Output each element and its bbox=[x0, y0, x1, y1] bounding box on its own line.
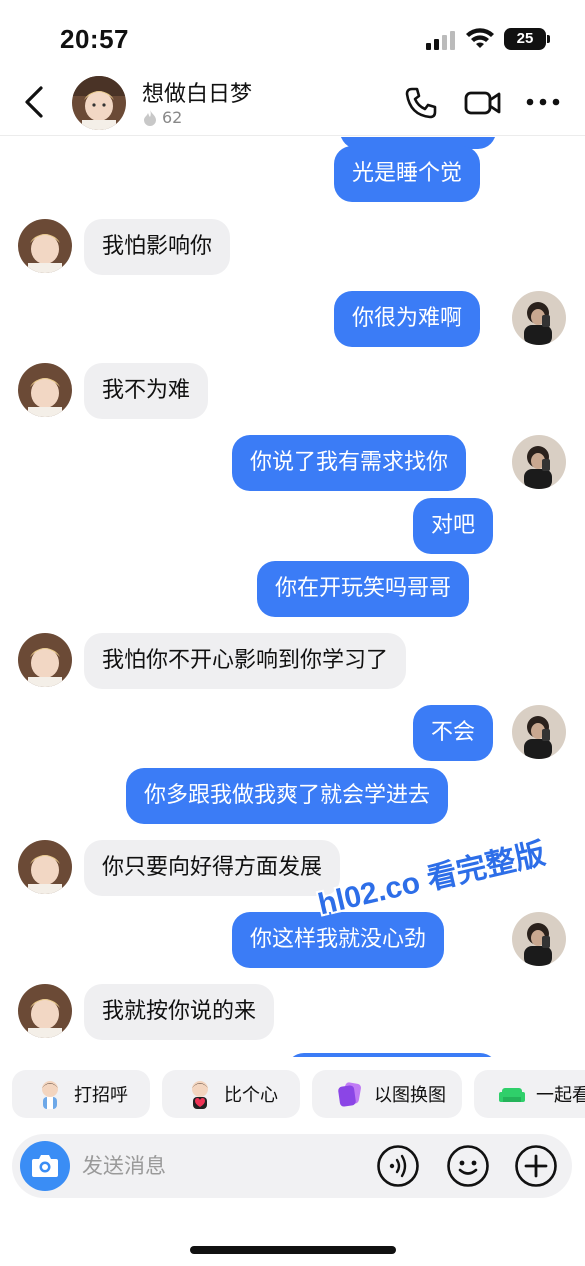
message-list[interactable]: 光是睡个觉 我怕影响你 你很为难啊 我不为难 你说了我有需求找你 对吧 你在开玩… bbox=[0, 137, 585, 1057]
my-avatar[interactable] bbox=[512, 912, 566, 966]
message-bubble-outgoing[interactable]: 对吧 bbox=[413, 498, 494, 554]
chat-header: 想做白日梦 62 bbox=[0, 70, 585, 136]
wifi-icon bbox=[466, 28, 494, 48]
message-bubble-incoming[interactable]: 你只要向好得方面发展 bbox=[84, 840, 341, 896]
status-bar: 20:57 25 bbox=[0, 0, 585, 70]
message-input[interactable] bbox=[82, 1148, 352, 1184]
message-bubble-outgoing[interactable]: 你在开玩笑吗哥哥 bbox=[257, 561, 470, 617]
battery-icon: 25 bbox=[504, 28, 546, 50]
contact-avatar[interactable] bbox=[18, 840, 72, 894]
sofa-icon bbox=[499, 1088, 525, 1102]
quick-action-label: 比个心 bbox=[224, 1085, 278, 1106]
quick-action-label: 以图换图 bbox=[374, 1085, 446, 1106]
quick-action-label: 打招呼 bbox=[74, 1085, 128, 1106]
message-bubble-outgoing[interactable]: 你多跟我做我爽了就会学进去 bbox=[126, 768, 449, 824]
contact-avatar[interactable] bbox=[18, 984, 72, 1038]
heart-avatar-icon bbox=[192, 1081, 208, 1109]
quick-action-watch-together[interactable]: 一起看 bbox=[474, 1070, 585, 1118]
wave-avatar-icon bbox=[42, 1081, 58, 1109]
message-bubble-outgoing[interactable]: 不会 bbox=[413, 705, 494, 761]
message-bubble-outgoing[interactable]: 光是睡个觉 bbox=[334, 146, 481, 202]
video-camera-icon[interactable] bbox=[464, 88, 502, 118]
battery-tip bbox=[547, 35, 550, 43]
streak-count: 62 bbox=[142, 108, 182, 127]
my-avatar[interactable] bbox=[512, 291, 566, 345]
home-indicator bbox=[190, 1246, 396, 1254]
message-bubble-incoming[interactable]: 我就按你说的来 bbox=[84, 984, 275, 1040]
message-bubble-outgoing[interactable]: 你说了我有需求找你 bbox=[232, 435, 467, 491]
flame-icon bbox=[144, 109, 156, 126]
quick-action-photo-swap[interactable]: 以图换图 bbox=[312, 1070, 462, 1118]
photo-swap-icon bbox=[338, 1082, 361, 1107]
message-bubble-incoming[interactable]: 我怕影响你 bbox=[84, 219, 231, 275]
emoji-icon[interactable] bbox=[446, 1144, 490, 1188]
camera-button[interactable] bbox=[20, 1141, 70, 1191]
message-bubble-outgoing[interactable]: 你很为难啊 bbox=[334, 291, 481, 347]
voice-message-icon[interactable] bbox=[376, 1144, 420, 1188]
back-arrow-icon[interactable] bbox=[20, 84, 50, 120]
contact-avatar[interactable] bbox=[72, 76, 126, 130]
contact-avatar[interactable] bbox=[18, 219, 72, 273]
message-bubble-incoming[interactable]: 我怕你不开心影响到你学习了 bbox=[84, 633, 407, 689]
quick-action-heart[interactable]: 比个心 bbox=[162, 1070, 300, 1118]
phone-icon[interactable] bbox=[404, 86, 438, 120]
streak-value: 62 bbox=[162, 108, 183, 127]
contact-name: 想做白日梦 bbox=[142, 82, 253, 107]
contact-avatar[interactable] bbox=[18, 363, 72, 417]
more-icon[interactable] bbox=[526, 94, 560, 110]
quick-actions-bar: 打招呼 比个心 以图换图 一起看 bbox=[0, 1070, 585, 1120]
camera-icon bbox=[32, 1155, 58, 1177]
message-bubble-partial bbox=[286, 1053, 498, 1057]
add-icon[interactable] bbox=[514, 1144, 558, 1188]
contact-avatar[interactable] bbox=[18, 633, 72, 687]
message-bubble-incoming[interactable]: 我不为难 bbox=[84, 363, 209, 419]
status-time: 20:57 bbox=[60, 24, 129, 54]
quick-action-label: 一起看 bbox=[536, 1085, 585, 1106]
my-avatar[interactable] bbox=[512, 705, 566, 759]
message-composer bbox=[12, 1134, 572, 1198]
my-avatar[interactable] bbox=[512, 435, 566, 489]
quick-action-wave[interactable]: 打招呼 bbox=[12, 1070, 150, 1118]
cellular-signal-icon bbox=[426, 31, 455, 50]
message-bubble-outgoing[interactable]: 你这样我就没心劲 bbox=[232, 912, 445, 968]
